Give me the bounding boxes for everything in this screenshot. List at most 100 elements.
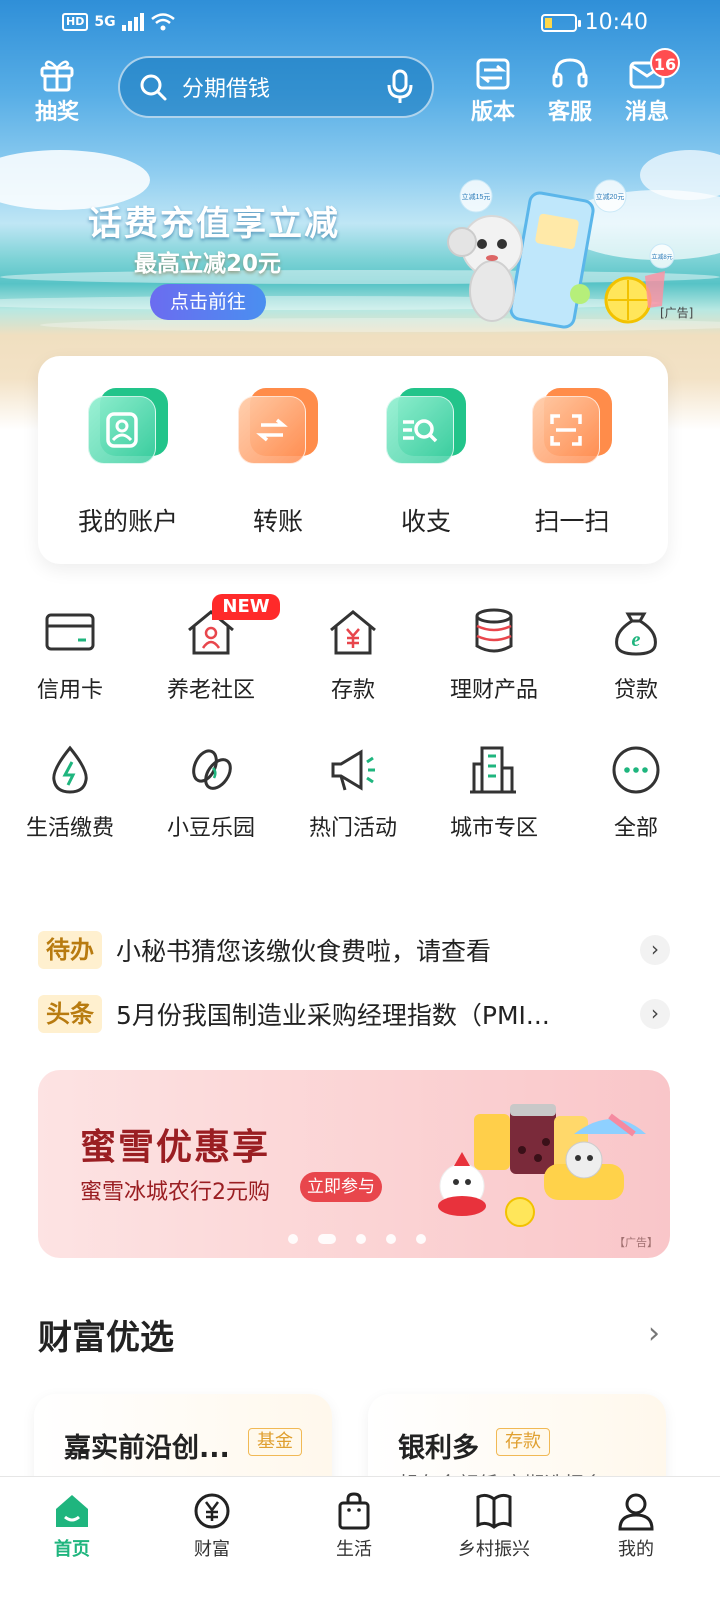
user-icon [618, 1493, 654, 1531]
nav-label: 生活 [336, 1539, 372, 1560]
nav-rural[interactable]: 乡村振兴 [434, 1491, 554, 1561]
product-type-tag: 存款 [496, 1428, 550, 1456]
headline-tag: 头条 [38, 995, 102, 1033]
book-icon [476, 1493, 512, 1529]
income-expense-button[interactable]: 收支 [356, 388, 496, 538]
grid-label: 贷款 [613, 678, 658, 703]
todo-tag: 待办 [38, 931, 102, 969]
nav-label: 乡村振兴 [458, 1539, 530, 1560]
todo-row[interactable]: 待办 小秘书猜您该缴伙食费啦，请查看 › [38, 930, 670, 970]
clock: 10:40 [584, 10, 648, 35]
chevron-right-icon[interactable]: › [648, 1316, 660, 1351]
product-name: 银利多 [398, 1433, 479, 1464]
chevron-right-icon[interactable]: › [640, 935, 670, 965]
wealth-coins-icon [475, 608, 513, 653]
product-name: 嘉实前沿创... [64, 1433, 230, 1464]
message-count-badge: 16 [650, 48, 680, 78]
promo-join-button[interactable]: 立即参与 [300, 1172, 382, 1202]
status-left: HD 5G [62, 12, 176, 32]
more-dots-icon [612, 746, 660, 794]
my-account-button[interactable]: 我的账户 [58, 388, 198, 538]
network-type: 5G [94, 14, 116, 30]
search-icon [140, 74, 167, 101]
grid-label: 热门活动 [308, 816, 397, 841]
megaphone-icon [331, 749, 375, 791]
banner-go-button[interactable]: 点击前往 [150, 284, 266, 320]
promo-banner[interactable]: 蜜雪优惠享 蜜雪冰城农行2元购 立即参与 【广告】 [38, 1070, 670, 1258]
grid-item-deposit[interactable]: 存款 [283, 604, 423, 704]
banner-title: 话费充值享立减 [88, 204, 340, 244]
product-type-tag: 基金 [248, 1428, 302, 1456]
grid-item-utility-payment[interactable]: 生活缴费 [0, 742, 140, 842]
grid-item-loan[interactable]: e 贷款 [566, 604, 706, 704]
quick-action-label: 收支 [400, 507, 451, 536]
loan-bag-icon: e [615, 612, 657, 656]
grid-item-all[interactable]: 全部 [566, 742, 706, 842]
grid-item-city-zone[interactable]: 城市专区 [424, 742, 564, 842]
carousel-dot[interactable] [288, 1234, 298, 1244]
grid-item-credit-card[interactable]: 信用卡 [0, 604, 140, 704]
grid-label: 养老社区 [166, 678, 255, 703]
grid-label: 全部 [613, 816, 658, 841]
utility-drop-icon [52, 745, 88, 794]
hd-indicator: HD [62, 13, 89, 31]
promo-ad-tag: 【广告】 [614, 1236, 658, 1249]
carousel-dots [288, 1234, 426, 1244]
lottery-label: 抽奖 [34, 100, 79, 125]
carousel-dot[interactable] [356, 1234, 366, 1244]
income-expense-icon [386, 388, 466, 464]
carousel-dot-active[interactable] [318, 1234, 336, 1244]
shopping-bag-icon [338, 1492, 370, 1530]
status-right: 10:40 [540, 10, 648, 35]
nav-label: 首页 [54, 1539, 90, 1560]
gift-icon [40, 60, 74, 92]
battery-icon [540, 13, 581, 32]
coupon-bubble-1: 立减15元 [462, 192, 491, 201]
headset-icon [552, 58, 588, 88]
nav-home[interactable]: 首页 [12, 1491, 132, 1561]
grid-label: 城市专区 [449, 816, 538, 841]
bottom-navigation: 首页 财富 生活 乡村振兴 我的 [0, 1476, 720, 1600]
account-icon [88, 388, 168, 464]
signal-icon [121, 13, 144, 31]
grid-item-wealth-products[interactable]: 理财产品 [424, 604, 564, 704]
todo-text[interactable]: 小秘书猜您该缴伙食费啦，请查看 [116, 932, 640, 968]
quick-action-label: 我的账户 [77, 507, 178, 536]
nav-label: 我的 [618, 1539, 654, 1560]
search-bar[interactable]: 分期借钱 [118, 56, 434, 118]
nav-life[interactable]: 生活 [294, 1491, 414, 1561]
transfer-icon [238, 388, 318, 464]
grid-item-hot-events[interactable]: 热门活动 [283, 742, 423, 842]
quick-action-label: 扫一扫 [534, 507, 610, 536]
nav-label: 财富 [194, 1539, 230, 1560]
headline-row[interactable]: 头条 5月份我国制造业采购经理指数（PMI... › [38, 994, 670, 1034]
mascot-phone-illustration: 立减15元 立减20元 立减8元 [447, 179, 675, 329]
transfer-button[interactable]: 转账 [208, 388, 348, 538]
promo-title: 蜜雪优惠享 [80, 1127, 271, 1168]
coupon-bubble-2: 立减20元 [596, 192, 625, 201]
promo-drinks-illustration [438, 1104, 646, 1227]
service-button[interactable]: 客服 [535, 56, 605, 126]
headline-text[interactable]: 5月份我国制造业采购经理指数（PMI... [116, 996, 640, 1032]
status-bar: HD 5G 10:40 [0, 0, 720, 48]
nav-wealth[interactable]: 财富 [152, 1491, 272, 1561]
promo-subtitle: 蜜雪冰城农行2元购 [80, 1180, 270, 1205]
wifi-icon [150, 13, 175, 31]
lottery-button[interactable]: 抽奖 [22, 56, 92, 126]
chevron-right-icon[interactable]: › [640, 999, 670, 1029]
city-buildings-icon [470, 746, 516, 794]
beans-icon [192, 749, 232, 790]
scan-button[interactable]: 扫一扫 [502, 388, 642, 538]
message-button[interactable]: 消息 16 [612, 48, 682, 126]
microphone-icon[interactable] [386, 69, 414, 105]
grid-item-bean-park[interactable]: 小豆乐园 [141, 742, 281, 842]
grid-label: 存款 [330, 678, 375, 703]
carousel-dot[interactable] [386, 1234, 396, 1244]
scan-icon [532, 388, 612, 464]
nav-mine[interactable]: 我的 [576, 1491, 696, 1561]
search-input[interactable]: 分期借钱 [182, 71, 386, 103]
quick-action-label: 转账 [252, 507, 303, 536]
credit-card-icon [45, 613, 95, 651]
version-button[interactable]: 版本 [458, 56, 528, 126]
carousel-dot[interactable] [416, 1234, 426, 1244]
